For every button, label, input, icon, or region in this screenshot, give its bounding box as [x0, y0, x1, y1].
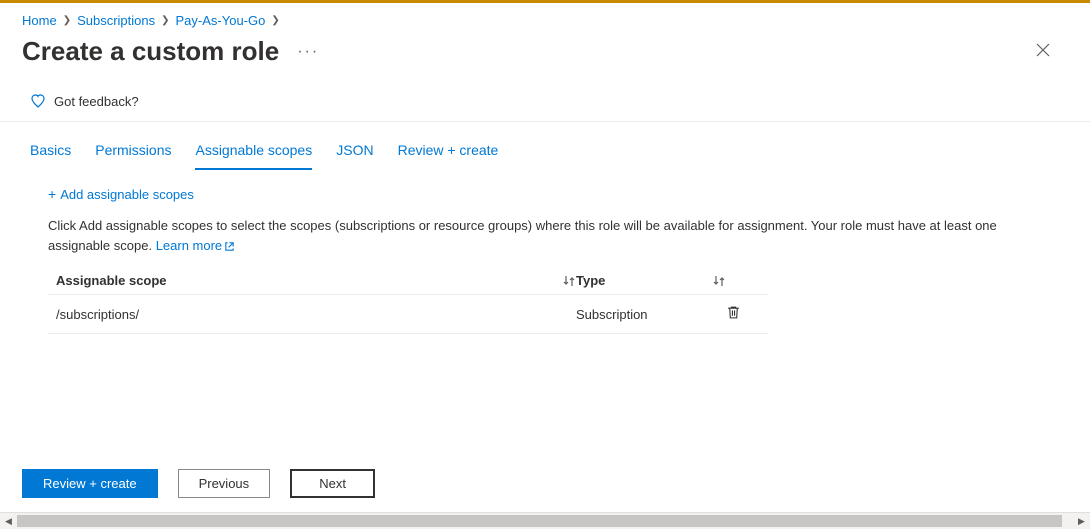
- scroll-right-arrow-icon[interactable]: ▶: [1073, 513, 1090, 530]
- column-type-header: Type: [576, 273, 605, 288]
- close-button[interactable]: [1028, 37, 1058, 66]
- table-header: Assignable scope Type: [48, 267, 768, 295]
- delete-scope-button[interactable]: [726, 305, 741, 323]
- tab-assignable-scopes[interactable]: Assignable scopes: [195, 136, 312, 170]
- more-actions-icon[interactable]: ···: [297, 43, 319, 61]
- plus-icon: +: [48, 186, 56, 202]
- title-row: Create a custom role ···: [0, 32, 1090, 85]
- close-icon: [1036, 43, 1050, 57]
- table-row[interactable]: /subscriptions/ Subscription: [48, 295, 768, 334]
- breadcrumb-home[interactable]: Home: [22, 13, 57, 28]
- horizontal-scrollbar[interactable]: ◀ ▶: [0, 512, 1090, 529]
- breadcrumb-subscriptions[interactable]: Subscriptions: [77, 13, 155, 28]
- help-text: Click Add assignable scopes to select th…: [48, 216, 1008, 255]
- add-assignable-scopes-button[interactable]: + Add assignable scopes: [48, 180, 1042, 208]
- scroll-left-arrow-icon[interactable]: ◀: [0, 513, 17, 530]
- page-title: Create a custom role: [22, 36, 279, 67]
- learn-more-link[interactable]: Learn more: [156, 238, 235, 253]
- breadcrumb: Home ❯ Subscriptions ❯ Pay-As-You-Go ❯: [0, 3, 1090, 32]
- feedback-bar[interactable]: Got feedback?: [0, 85, 1090, 122]
- feedback-label: Got feedback?: [54, 94, 139, 109]
- content-area: + Add assignable scopes Click Add assign…: [0, 170, 1090, 334]
- footer-buttons: Review + create Previous Next: [0, 457, 1090, 510]
- tab-permissions[interactable]: Permissions: [95, 136, 171, 170]
- next-button[interactable]: Next: [290, 469, 375, 498]
- tab-json[interactable]: JSON: [336, 136, 373, 170]
- cell-scope: /subscriptions/: [56, 305, 576, 323]
- column-scope-header: Assignable scope: [56, 273, 167, 288]
- chevron-right-icon: ❯: [63, 15, 71, 26]
- review-create-button[interactable]: Review + create: [22, 469, 158, 498]
- breadcrumb-payg[interactable]: Pay-As-You-Go: [176, 13, 266, 28]
- trash-icon: [726, 305, 741, 320]
- tab-basics[interactable]: Basics: [30, 136, 71, 170]
- sort-icon[interactable]: [562, 274, 576, 288]
- tab-review-create[interactable]: Review + create: [398, 136, 499, 170]
- external-link-icon: [224, 241, 235, 252]
- chevron-right-icon: ❯: [161, 15, 169, 26]
- heart-icon: [30, 93, 46, 109]
- previous-button[interactable]: Previous: [178, 469, 271, 498]
- add-link-label: Add assignable scopes: [60, 187, 194, 202]
- cell-type: Subscription: [576, 305, 726, 323]
- chevron-right-icon: ❯: [271, 15, 279, 26]
- scopes-table: Assignable scope Type /subscriptions/ Su…: [48, 267, 768, 334]
- scroll-track[interactable]: [17, 513, 1073, 529]
- scroll-thumb[interactable]: [17, 515, 1062, 527]
- sort-icon[interactable]: [712, 274, 726, 288]
- tabs: Basics Permissions Assignable scopes JSO…: [0, 122, 1090, 170]
